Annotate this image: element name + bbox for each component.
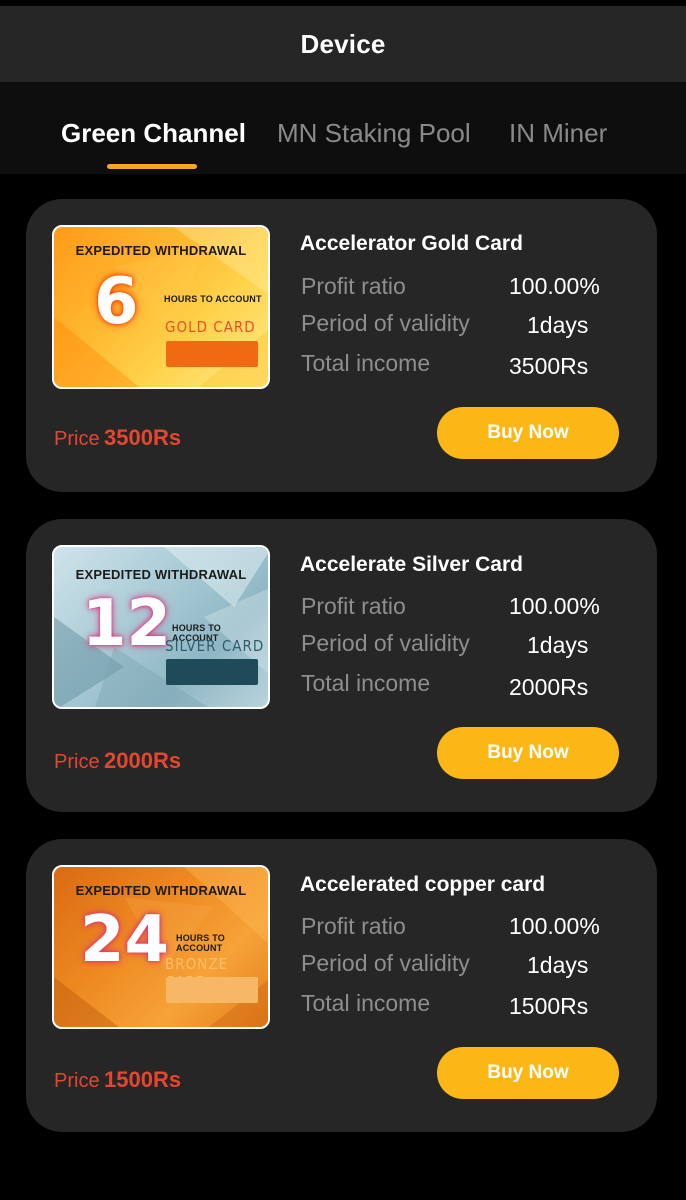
page-title: Device — [300, 28, 386, 59]
total-income-label: Total income — [301, 350, 431, 376]
validity-label: Period of validity — [301, 310, 470, 336]
validity-value: 1days — [527, 312, 589, 338]
validity-value: 1days — [527, 632, 589, 658]
price-value: 1500Rs — [104, 1067, 182, 1092]
active-tab-indicator — [107, 164, 197, 169]
total-income-value: 3500Rs — [509, 353, 589, 379]
thumb-slot — [166, 977, 258, 1003]
total-income-label: Total income — [301, 990, 431, 1016]
profit-ratio-value: 100.00% — [509, 593, 600, 619]
profit-ratio-label: Profit ratio — [301, 273, 406, 299]
price-value: 3500Rs — [104, 425, 182, 450]
tab-green-channel[interactable]: Green Channel — [61, 118, 246, 149]
product-card-gold: EXPEDITED WITHDRAWAL 6 HOURS TO ACCOUNT … — [26, 199, 657, 492]
tab-mn-staking-pool[interactable]: MN Staking Pool — [277, 118, 471, 149]
validity-value: 1days — [527, 952, 589, 978]
price: Price 2000Rs — [54, 748, 181, 774]
thumb-card-name: SILVER CARD — [165, 637, 265, 655]
buy-now-button[interactable]: Buy Now — [437, 407, 619, 459]
profit-ratio-value: 100.00% — [509, 273, 600, 299]
total-income-label: Total income — [301, 670, 431, 696]
validity-label: Period of validity — [301, 950, 470, 976]
tab-bar: Green Channel MN Staking Pool IN Miner — [0, 82, 686, 174]
copper-card-image: EXPEDITED WITHDRAWAL 24 HOURS TO ACCOUNT… — [52, 865, 270, 1029]
buy-now-button[interactable]: Buy Now — [437, 727, 619, 779]
product-card-copper: EXPEDITED WITHDRAWAL 24 HOURS TO ACCOUNT… — [26, 839, 657, 1132]
price: Price 1500Rs — [54, 1067, 181, 1093]
gold-card-image: EXPEDITED WITHDRAWAL 6 HOURS TO ACCOUNT … — [52, 225, 270, 389]
thumb-hours-text: HOURS TO ACCOUNT — [176, 933, 225, 953]
validity-label: Period of validity — [301, 630, 470, 656]
tab-in-miner[interactable]: IN Miner — [509, 118, 607, 149]
card-title: Accelerator Gold Card — [300, 232, 523, 255]
price-label: Price — [54, 751, 100, 773]
profit-ratio-label: Profit ratio — [301, 593, 406, 619]
thumb-slot — [166, 341, 258, 367]
thumb-hours-number: 12 — [82, 587, 172, 661]
thumb-card-name: GOLD CARD — [165, 318, 256, 336]
card-title: Accelerate Silver Card — [300, 553, 523, 576]
profit-ratio-label: Profit ratio — [301, 913, 406, 939]
product-card-silver: EXPEDITED WITHDRAWAL 12 HOURS TO ACCOUNT… — [26, 519, 657, 812]
total-income-value: 2000Rs — [509, 674, 589, 700]
thumb-hours-number: 24 — [80, 903, 170, 977]
price-value: 2000Rs — [104, 748, 182, 773]
price-label: Price — [54, 1070, 100, 1092]
top-bar: Device — [0, 0, 686, 82]
buy-now-button[interactable]: Buy Now — [437, 1047, 619, 1099]
price: Price 3500Rs — [54, 425, 181, 451]
total-income-value: 1500Rs — [509, 993, 589, 1019]
price-label: Price — [54, 428, 100, 450]
silver-card-image: EXPEDITED WITHDRAWAL 12 HOURS TO ACCOUNT… — [52, 545, 270, 709]
thumb-slot — [166, 659, 258, 685]
thumb-hours-number: 6 — [94, 265, 139, 339]
thumb-headline: EXPEDITED WITHDRAWAL — [75, 883, 247, 898]
profit-ratio-value: 100.00% — [509, 913, 600, 939]
thumb-headline: EXPEDITED WITHDRAWAL — [75, 243, 247, 258]
card-title: Accelerated copper card — [300, 873, 546, 896]
thumb-hours-text: HOURS TO ACCOUNT — [164, 294, 262, 304]
thumb-headline: EXPEDITED WITHDRAWAL — [75, 567, 247, 582]
